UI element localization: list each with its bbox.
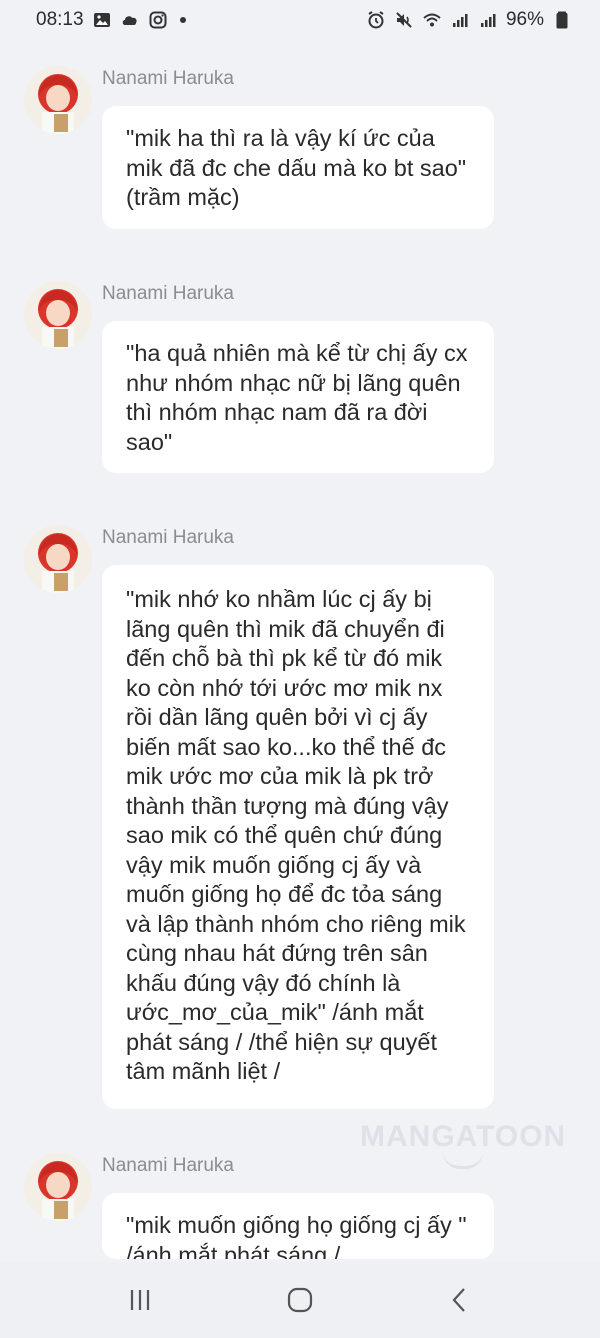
notification-dot-icon: [179, 17, 186, 23]
back-icon: [452, 1288, 465, 1312]
alarm-icon: [366, 10, 386, 30]
status-bar: 08:13 96%: [0, 0, 600, 40]
sender-name: Nanami Haruka: [102, 283, 234, 304]
mute-icon: [394, 10, 414, 30]
recent-apps-icon: [130, 1290, 150, 1310]
message-bubble: "mik ha thì ra là vậy kí ức của mik đã đ…: [102, 106, 494, 229]
signal-icon: [450, 10, 470, 30]
instagram-icon: [148, 10, 168, 30]
message-bubble: "ha quả nhiên mà kể từ chị ấy cx như nhó…: [102, 321, 494, 473]
battery-icon: [552, 10, 572, 30]
navigation-bar: [0, 1262, 600, 1338]
status-left: 08:13: [36, 9, 186, 31]
watermark-logo: MANGATOON: [360, 1120, 566, 1169]
sender-name: Nanami Haruka: [102, 68, 234, 89]
avatar[interactable]: [24, 525, 92, 593]
watermark-smile: [443, 1152, 484, 1169]
battery-percent: 96%: [505, 9, 544, 30]
status-right: 96%: [366, 9, 572, 31]
home-button[interactable]: [270, 1270, 330, 1330]
cloud-icon: [120, 10, 140, 30]
wifi-icon: [422, 10, 442, 30]
back-button[interactable]: [430, 1270, 490, 1330]
gallery-icon: [92, 10, 112, 30]
watermark-text: MANGATOON: [360, 1120, 567, 1153]
message-bubble: "mik muốn giống họ giống cj ấy " /ánh mắ…: [102, 1193, 494, 1259]
home-icon: [287, 1287, 313, 1313]
sender-name: Nanami Haruka: [102, 1155, 234, 1176]
status-time: 08:13: [36, 9, 84, 30]
message-bubble: "mik nhớ ko nhầm lúc cj ấy bị lãng quên …: [102, 565, 494, 1109]
avatar[interactable]: [24, 66, 92, 134]
signal-icon: [478, 10, 498, 30]
avatar[interactable]: [24, 1153, 92, 1221]
recent-apps-button[interactable]: [110, 1270, 170, 1330]
sender-name: Nanami Haruka: [102, 527, 234, 548]
avatar[interactable]: [24, 281, 92, 349]
